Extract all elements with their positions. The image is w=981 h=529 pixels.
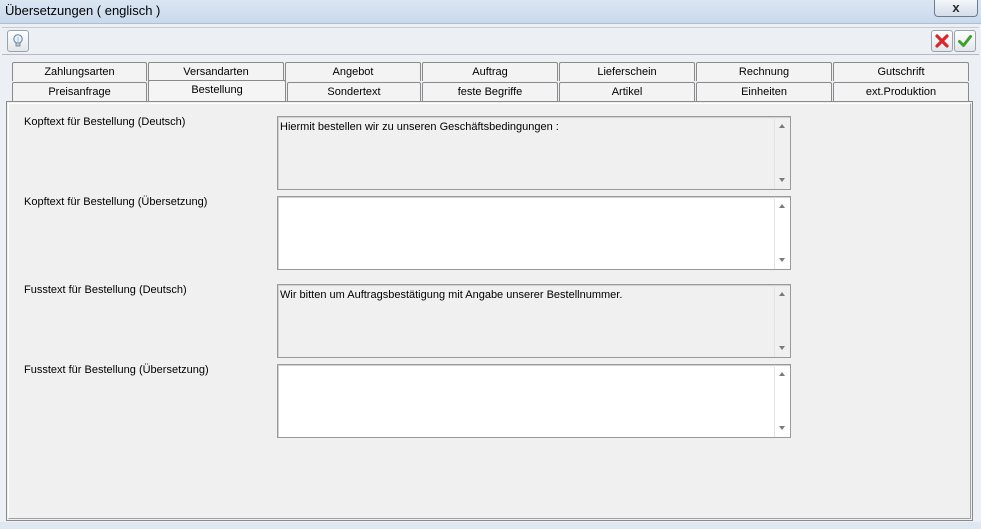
fusstext-deutsch-value: Wir bitten um Auftragsbestätigung mit An… xyxy=(280,289,623,301)
tab-zahlungsarten[interactable]: Zahlungsarten xyxy=(12,62,147,81)
kopftext-uebersetzung-label: Kopftext für Bestellung (Übersetzung) xyxy=(24,196,208,208)
tab-feste-begriffe[interactable]: feste Begriffe xyxy=(422,82,558,101)
cancel-button[interactable] xyxy=(931,30,953,52)
red-x-icon xyxy=(935,34,949,48)
fusstext-uebersetzung-label: Fusstext für Bestellung (Übersetzung) xyxy=(24,364,209,376)
window-bottom-border xyxy=(0,522,981,529)
scroll-up-icon[interactable] xyxy=(779,124,785,128)
fusstext-deutsch-label: Fusstext für Bestellung (Deutsch) xyxy=(24,284,187,296)
tab-artikel[interactable]: Artikel xyxy=(559,82,695,101)
fusstext-uebersetzung-field[interactable] xyxy=(277,364,791,438)
kopftext-deutsch-value: Hiermit bestellen wir zu unseren Geschäf… xyxy=(280,121,559,133)
scroll-down-icon[interactable] xyxy=(779,178,785,182)
vertical-scrollbar[interactable] xyxy=(774,197,790,269)
scroll-up-icon[interactable] xyxy=(779,204,785,208)
tab-sondertext[interactable]: Sondertext xyxy=(287,82,421,101)
tab-gutschrift[interactable]: Gutschrift xyxy=(833,62,969,81)
scroll-up-icon[interactable] xyxy=(779,372,785,376)
kopftext-uebersetzung-field[interactable] xyxy=(277,196,791,270)
scroll-down-icon[interactable] xyxy=(779,346,785,350)
tab-rechnung[interactable]: Rechnung xyxy=(696,62,832,81)
tab-bestellung[interactable]: Bestellung xyxy=(148,80,286,101)
scroll-down-icon[interactable] xyxy=(779,426,785,430)
tab-lieferschein[interactable]: Lieferschein xyxy=(559,62,695,81)
info-button[interactable] xyxy=(7,30,29,52)
scroll-up-icon[interactable] xyxy=(779,292,785,296)
kopftext-deutsch-label: Kopftext für Bestellung (Deutsch) xyxy=(24,116,186,128)
tab-versandarten[interactable]: Versandarten xyxy=(148,62,284,81)
close-button[interactable]: x xyxy=(934,0,978,17)
toolbar xyxy=(2,27,979,55)
vertical-scrollbar[interactable] xyxy=(774,117,790,189)
green-check-icon xyxy=(958,35,972,47)
title-bar: Übersetzungen ( englisch ) x xyxy=(0,0,981,24)
vertical-scrollbar[interactable] xyxy=(774,365,790,437)
lightbulb-icon xyxy=(13,34,23,47)
fusstext-deutsch-field[interactable]: Wir bitten um Auftragsbestätigung mit An… xyxy=(277,284,791,358)
tab-auftrag[interactable]: Auftrag xyxy=(422,62,558,81)
ok-button[interactable] xyxy=(954,30,976,52)
vertical-scrollbar[interactable] xyxy=(774,285,790,357)
kopftext-deutsch-field[interactable]: Hiermit bestellen wir zu unseren Geschäf… xyxy=(277,116,791,190)
window-title: Übersetzungen ( englisch ) xyxy=(5,3,161,18)
tab-angebot[interactable]: Angebot xyxy=(285,62,421,81)
tab-einheiten[interactable]: Einheiten xyxy=(696,82,832,101)
scroll-down-icon[interactable] xyxy=(779,258,785,262)
tab-panel-bestellung: Kopftext für Bestellung (Deutsch) Hiermi… xyxy=(6,101,973,521)
tab-preisanfrage[interactable]: Preisanfrage xyxy=(12,82,147,101)
tab-ext-produktion[interactable]: ext.Produktion xyxy=(833,82,969,101)
